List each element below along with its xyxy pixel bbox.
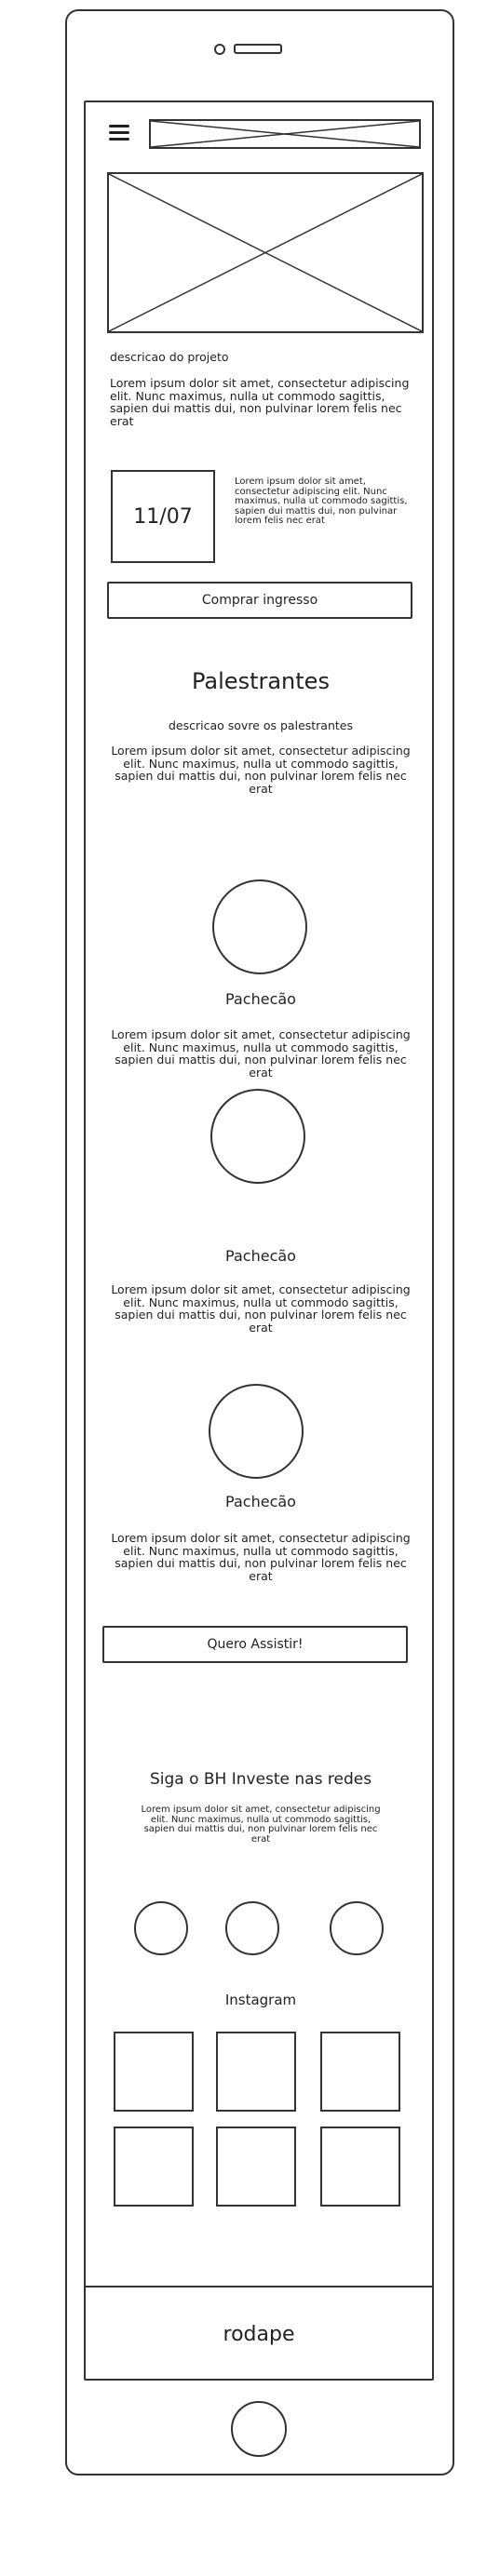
hamburger-menu-icon[interactable] [109,125,129,144]
speaker-name: Pachecão [225,1247,296,1265]
social-title: Siga o BH Investe nas redes [149,1770,372,1789]
instagram-post[interactable] [320,2127,400,2207]
speaker-bio: Lorem ipsum dolor sit amet, consectetur … [111,1027,411,1080]
speaker-avatar [210,1089,305,1184]
speaker-icon [234,44,282,54]
social-icon[interactable] [134,1901,188,1955]
project-text: Lorem ipsum dolor sit amet, consectetur … [110,376,410,428]
speaker-bio: Lorem ipsum dolor sit amet, consectetur … [111,1282,411,1335]
speaker-avatar [212,879,307,974]
logo-placeholder [149,119,421,149]
social-icon[interactable] [330,1901,384,1955]
hero-image-placeholder [107,172,424,333]
speakers-subtitle: descricao sovre os palestrantes [169,718,353,732]
buy-ticket-button[interactable]: Comprar ingresso [107,582,412,619]
speakers-intro: Lorem ipsum dolor sit amet, consectetur … [111,744,411,796]
speaker-name: Pachecão [225,990,296,1008]
speakers-title: Palestrantes [192,668,330,694]
speaker-bio: Lorem ipsum dolor sit amet, consectetur … [111,1531,411,1583]
instagram-post[interactable] [216,2032,296,2112]
home-button[interactable] [231,2401,287,2457]
project-label: descricao do projeto [110,350,229,364]
footer-label: rodape [223,2322,295,2346]
social-text: Lorem ipsum dolor sit amet, consectetur … [141,1805,381,1845]
instagram-post[interactable] [114,2032,194,2112]
speaker-avatar [209,1384,304,1479]
instagram-title: Instagram [224,1992,297,2008]
event-text: Lorem ipsum dolor sit amet, consectetur … [235,476,408,526]
want-to-watch-button[interactable]: Quero Assistir! [102,1626,408,1663]
instagram-post[interactable] [114,2127,194,2207]
speaker-name: Pachecão [225,1493,296,1510]
instagram-post[interactable] [216,2127,296,2207]
social-icon[interactable] [225,1901,279,1955]
camera-icon [214,44,225,55]
instagram-post[interactable] [320,2032,400,2112]
footer: rodape [84,2286,434,2381]
event-date: 11/07 [111,470,215,563]
